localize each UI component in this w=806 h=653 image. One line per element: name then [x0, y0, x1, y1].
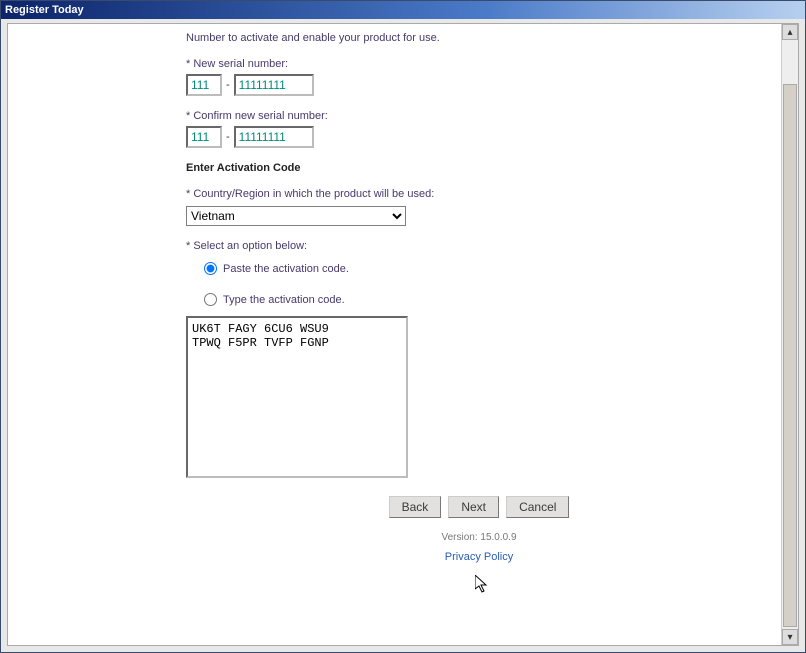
- client-area: Number to activate and enable your produ…: [7, 23, 799, 646]
- radio-paste[interactable]: [204, 262, 217, 275]
- next-button[interactable]: Next: [448, 496, 499, 518]
- cancel-button[interactable]: Cancel: [506, 496, 569, 518]
- scroll-up-button[interactable]: ▴: [782, 24, 798, 40]
- country-select[interactable]: Vietnam: [186, 206, 406, 226]
- radio-paste-row[interactable]: Paste the activation code.: [204, 262, 772, 275]
- confirm-serial-label: * Confirm new serial number:: [186, 110, 772, 122]
- serial-dash: -: [226, 79, 230, 91]
- chevron-up-icon: ▴: [787, 27, 792, 38]
- country-label: * Country/Region in which the product wi…: [186, 188, 772, 200]
- select-option-label: * Select an option below:: [186, 240, 772, 252]
- button-row: Back Next Cancel: [186, 496, 772, 518]
- scroll-thumb[interactable]: [783, 84, 797, 627]
- chevron-down-icon: ▾: [787, 632, 792, 643]
- confirm-serial-part-b[interactable]: [234, 126, 314, 148]
- back-button[interactable]: Back: [389, 496, 442, 518]
- scroll-down-button[interactable]: ▾: [782, 629, 798, 645]
- radio-type-label: Type the activation code.: [223, 294, 345, 306]
- new-serial-label: * New serial number:: [186, 58, 772, 70]
- vertical-scrollbar[interactable]: ▴ ▾: [781, 24, 798, 645]
- new-serial-part-b[interactable]: [234, 74, 314, 96]
- window-title: Register Today: [5, 4, 84, 16]
- radio-type-row[interactable]: Type the activation code.: [204, 293, 772, 306]
- serial-dash: -: [226, 131, 230, 143]
- country-select-row: Vietnam: [186, 206, 772, 226]
- left-spacer: [8, 24, 178, 645]
- titlebar: Register Today: [1, 1, 805, 19]
- new-serial-row: -: [186, 74, 772, 96]
- privacy-policy-link[interactable]: Privacy Policy: [445, 551, 513, 563]
- activation-code-textarea[interactable]: [186, 316, 408, 478]
- confirm-serial-row: -: [186, 126, 772, 148]
- radio-paste-label: Paste the activation code.: [223, 263, 349, 275]
- confirm-serial-part-a[interactable]: [186, 126, 222, 148]
- content-wrap: Number to activate and enable your produ…: [178, 24, 798, 645]
- privacy-policy-row: Privacy Policy: [186, 551, 772, 563]
- intro-text: Number to activate and enable your produ…: [186, 32, 772, 44]
- registration-window: Register Today Number to activate and en…: [0, 0, 806, 653]
- content: Number to activate and enable your produ…: [178, 24, 782, 645]
- new-serial-part-a[interactable]: [186, 74, 222, 96]
- version-text: Version: 15.0.0.9: [186, 532, 772, 543]
- radio-type[interactable]: [204, 293, 217, 306]
- activation-section-title: Enter Activation Code: [186, 162, 772, 174]
